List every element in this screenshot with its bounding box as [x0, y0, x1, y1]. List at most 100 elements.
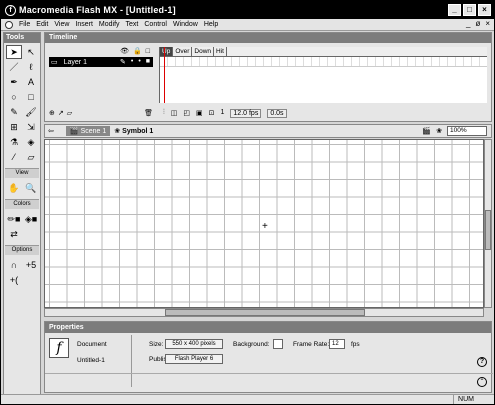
layer-frames-row[interactable]	[160, 57, 487, 67]
zoom-tool[interactable]: 🔍	[23, 181, 39, 195]
symbol-breadcrumb[interactable]: ❀ Symbol 1	[110, 126, 157, 136]
registration-crosshair: +	[262, 221, 268, 232]
outline-icon[interactable]: □	[146, 47, 150, 57]
frames-area[interactable]: Up Over Down Hit	[159, 47, 487, 103]
oval-tool[interactable]: ○	[6, 90, 22, 104]
frame-label-down[interactable]: Down	[192, 47, 215, 56]
edit-multiple-icon[interactable]: ▣	[196, 109, 203, 118]
size-button[interactable]: 550 x 400 pixels	[165, 339, 223, 349]
zoom-select[interactable]: 100%	[447, 126, 487, 136]
layers-column: 👁 🔒 □ ▭ Layer 1 ✎ • • ■	[49, 47, 153, 103]
help-icon[interactable]: ?	[477, 357, 487, 367]
onion-outline-icon[interactable]: ◰	[183, 109, 190, 118]
pen-tool[interactable]: ✒	[6, 75, 22, 89]
scene-breadcrumb[interactable]: 🎬 Scene 1	[65, 126, 111, 136]
doc-close-button[interactable]: ×	[485, 19, 490, 28]
options-label: Options	[5, 245, 39, 255]
playhead[interactable]	[164, 47, 165, 103]
frame-label-over[interactable]: Over	[173, 47, 193, 56]
vertical-scrollbar[interactable]	[484, 139, 492, 308]
outline-box[interactable]: ■	[146, 58, 150, 66]
edit-bar: ⇦ 🎬 Scene 1 ❀ Symbol 1 🎬 ❀ 100%	[44, 124, 492, 138]
straighten-option[interactable]: +(	[6, 273, 22, 287]
horizontal-scrollbar[interactable]	[44, 308, 484, 317]
lock-icon[interactable]: 🔒	[133, 47, 142, 57]
frame-rate-readout: 12.0 fps	[230, 108, 262, 118]
fill-color[interactable]: ◈■	[23, 212, 39, 226]
layer-page-icon: ▭	[51, 59, 58, 66]
menu-text[interactable]: Text	[123, 21, 142, 28]
horizontal-scroll-thumb[interactable]	[165, 309, 365, 316]
frame-label-hit[interactable]: Hit	[214, 47, 227, 56]
divider	[131, 335, 132, 387]
document-name: Untitled-1	[77, 357, 105, 364]
edit-symbols-icon[interactable]: ❀	[436, 127, 442, 135]
lasso-tool[interactable]: ℓ	[23, 60, 39, 74]
edit-scene-icon[interactable]: 🎬	[422, 127, 431, 135]
view-label: View	[5, 168, 39, 178]
text-tool[interactable]: A	[23, 75, 39, 89]
document-icon[interactable]	[5, 20, 13, 29]
maximize-button[interactable]: □	[463, 4, 476, 16]
smooth-option[interactable]: +5	[23, 258, 39, 272]
add-folder-icon[interactable]: ▱	[67, 109, 72, 117]
publish-button[interactable]: Flash Player 6	[165, 354, 223, 364]
view-tool-grid: ✋ 🔍	[4, 179, 40, 197]
title-bar: f Macromedia Flash MX - [Untitled-1] _ □…	[1, 1, 494, 19]
menu-modify[interactable]: Modify	[96, 21, 123, 28]
ink-bottle-tool[interactable]: ⚗	[6, 135, 22, 149]
menu-edit[interactable]: Edit	[33, 21, 51, 28]
document-type-icon: f	[49, 338, 69, 358]
layer-name[interactable]: Layer 1	[64, 59, 87, 66]
hand-tool[interactable]: ✋	[6, 181, 22, 195]
pencil-tool[interactable]: ✎	[6, 105, 22, 119]
brush-tool[interactable]: 🖌	[23, 105, 39, 119]
line-tool[interactable]: ／	[6, 60, 22, 74]
stage-canvas[interactable]: +	[44, 139, 484, 308]
layer-row[interactable]: ▭ Layer 1 ✎ • • ■	[49, 57, 153, 67]
menu-bar: File Edit View Insert Modify Text Contro…	[1, 19, 494, 31]
back-arrow-icon[interactable]: ⇦	[48, 127, 54, 135]
vertical-scroll-thumb[interactable]	[485, 210, 491, 250]
minimize-button[interactable]: _	[448, 4, 461, 16]
background-label: Background:	[233, 341, 270, 348]
rectangle-tool[interactable]: □	[23, 90, 39, 104]
visibility-dot[interactable]: •	[131, 58, 133, 66]
subselect-tool[interactable]: ↖	[23, 45, 39, 59]
color-swap[interactable]: ⇄	[6, 227, 22, 241]
menu-view[interactable]: View	[51, 21, 72, 28]
eye-icon[interactable]: 👁	[120, 47, 129, 57]
menu-help[interactable]: Help	[201, 21, 221, 28]
add-layer-icon[interactable]: ⊕	[49, 109, 55, 117]
arrow-tool[interactable]: ➤	[6, 45, 22, 59]
color-tool-grid: ✏■ ◈■ ⇄	[4, 210, 40, 243]
tools-header[interactable]: Tools	[4, 33, 40, 43]
collapse-icon[interactable]: ⌃	[477, 377, 487, 387]
eyedropper-tool[interactable]: ⁄	[6, 150, 22, 164]
doc-minimize-button[interactable]: _	[466, 19, 470, 28]
eraser-tool[interactable]: ▱	[23, 150, 39, 164]
add-guide-icon[interactable]: ↗	[58, 109, 64, 117]
free-transform-tool[interactable]: ⊞	[6, 120, 22, 134]
frame-label-up[interactable]: Up	[160, 47, 174, 56]
delete-layer-icon[interactable]: 🗑	[144, 109, 153, 117]
close-button[interactable]: ×	[478, 4, 491, 16]
menu-window[interactable]: Window	[170, 21, 201, 28]
fill-transform-tool[interactable]: ⇲	[23, 120, 39, 134]
menu-control[interactable]: Control	[141, 21, 170, 28]
properties-header[interactable]: Properties	[45, 322, 491, 333]
menu-file[interactable]: File	[16, 21, 33, 28]
background-color-swatch[interactable]	[273, 339, 283, 349]
doc-restore-button[interactable]: ø	[475, 19, 480, 28]
menu-insert[interactable]: Insert	[72, 21, 96, 28]
snap-option[interactable]: ∩	[6, 258, 22, 272]
paint-bucket-tool[interactable]: ◈	[23, 135, 39, 149]
center-frame-icon[interactable]: ⫶	[163, 109, 165, 118]
size-label: Size:	[149, 341, 164, 348]
frame-rate-input[interactable]: 12	[329, 339, 345, 349]
timeline-header[interactable]: Timeline	[45, 33, 491, 43]
onion-markers-icon[interactable]: ⊡	[209, 109, 215, 118]
onion-skin-icon[interactable]: ◫	[171, 109, 178, 118]
stroke-color[interactable]: ✏■	[6, 212, 22, 226]
lock-dot[interactable]: •	[138, 58, 140, 66]
